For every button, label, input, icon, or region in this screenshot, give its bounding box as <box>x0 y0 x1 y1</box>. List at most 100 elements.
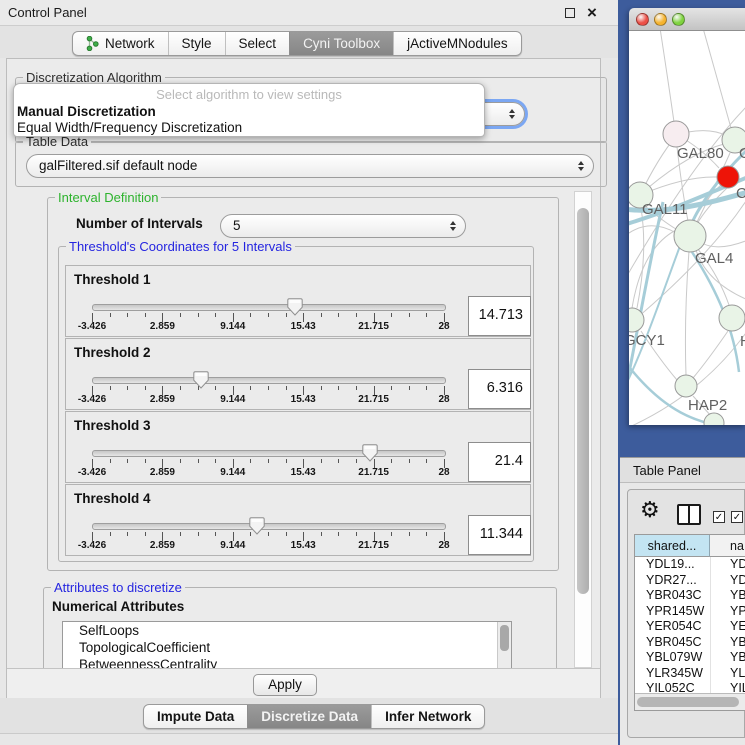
network-node[interactable] <box>663 121 689 147</box>
zoom-traffic-button[interactable] <box>672 13 685 26</box>
attribute-list-item[interactable]: SelfLoops <box>63 622 511 639</box>
slider-thumb[interactable] <box>362 444 378 462</box>
table-row[interactable]: YDL19...YDL1 <box>635 557 745 573</box>
minimize-traffic-button[interactable] <box>654 13 667 26</box>
slider-tick <box>215 386 216 390</box>
network-edge-highlighted[interactable] <box>629 202 663 378</box>
table-data-combobox[interactable]: galFiltered.sif default node <box>26 154 594 178</box>
tab-network[interactable]: Network <box>73 32 168 55</box>
slider-tick-label: 28 <box>438 321 449 332</box>
table-hscrollbar-thumb[interactable] <box>637 697 739 707</box>
slider-track[interactable] <box>92 377 446 384</box>
attributes-group: Attributes to discretize Numerical Attri… <box>43 587 557 679</box>
threshold-value-field[interactable]: 6.316 <box>468 369 531 409</box>
bottom-tab-infer-network[interactable]: Infer Network <box>371 705 484 728</box>
network-node[interactable] <box>719 305 745 331</box>
gear-icon[interactable]: ⚙ <box>640 498 660 522</box>
threshold-slider[interactable]: -3.4262.8599.14415.4321.71528 <box>66 266 530 336</box>
table-rows: YDL19...YDL1YDR27...YDR2YBR043CYBR0YPR14… <box>635 557 745 697</box>
close-traffic-button[interactable] <box>636 13 649 26</box>
apply-button[interactable]: Apply <box>253 674 317 696</box>
bottom-tab-impute-data[interactable]: Impute Data <box>144 705 247 728</box>
list-scrollbar[interactable] <box>497 622 511 674</box>
threshold-slider[interactable]: -3.4262.8599.14415.4321.71528 <box>66 412 530 482</box>
attribute-list-item[interactable]: TopologicalCoefficient <box>63 639 511 656</box>
algorithm-option-manual[interactable]: Manual Discretization <box>17 104 481 120</box>
slider-thumb[interactable] <box>193 371 209 389</box>
slider-tick <box>145 386 146 390</box>
tab-cyni-toolbox[interactable]: Cyni Toolbox <box>289 32 393 55</box>
number-of-intervals-value: 5 <box>233 218 241 233</box>
network-edge[interactable] <box>702 240 745 247</box>
table-cell: YBL0 <box>710 650 745 666</box>
slider-tick <box>391 532 392 536</box>
tab-select[interactable]: Select <box>225 32 290 55</box>
numerical-attributes-label: Numerical Attributes <box>52 599 184 614</box>
network-canvas[interactable]: GAL80GACGAL11GAL4GCY1HHAP2 <box>629 31 745 425</box>
slider-tick-label: 21.715 <box>358 394 389 405</box>
checkbox-icon[interactable]: ✓ <box>713 511 725 523</box>
column-browser-icon[interactable] <box>677 504 701 525</box>
close-icon[interactable]: × <box>584 1 600 25</box>
table-header-row: shared... na <box>635 535 745 557</box>
table-row[interactable]: YPR145WYPR1 <box>635 604 745 620</box>
slider-thumb[interactable] <box>287 298 303 316</box>
threshold-slider[interactable]: -3.4262.8599.14415.4321.71528 <box>66 485 530 555</box>
slider-track[interactable] <box>92 523 446 530</box>
slider-track[interactable] <box>92 304 446 311</box>
table-cell: YDR27... <box>635 573 710 589</box>
slider-tick-label: -3.426 <box>78 394 106 405</box>
slider-tick <box>338 459 339 463</box>
column-header-shared-name[interactable]: shared... <box>635 535 710 557</box>
slider-tick <box>110 386 111 390</box>
table-cell: YBR0 <box>710 635 745 651</box>
slider-tick <box>356 532 357 536</box>
network-edge[interactable] <box>703 31 731 128</box>
network-node[interactable] <box>674 220 706 252</box>
slider-thumb[interactable] <box>249 517 265 535</box>
checkbox-icon[interactable]: ✓ <box>731 511 743 523</box>
float-window-icon[interactable] <box>565 8 575 18</box>
combo-stepper-icon <box>578 161 584 171</box>
table-cell: YLR345W <box>635 666 710 682</box>
tab-jactivemnodules[interactable]: jActiveMNodules <box>393 32 521 55</box>
network-edge[interactable] <box>693 331 728 378</box>
numerical-attributes-list[interactable]: SelfLoopsTopologicalCoefficientBetweenne… <box>62 621 512 675</box>
control-panel-window: Control Panel × NetworkStyleSelectCyni T… <box>0 0 618 745</box>
slider-tick-label: 9.144 <box>220 540 245 551</box>
settings-scrollbar[interactable] <box>574 191 592 668</box>
slider-tick <box>409 313 410 317</box>
slider-tick-label: 2.859 <box>150 540 175 551</box>
table-row[interactable]: YLR345WYLR3 <box>635 666 745 682</box>
threshold-value-field[interactable]: 14.713 <box>468 296 531 336</box>
tab-label: Impute Data <box>157 709 234 724</box>
threshold-panel-2: Threshold 2-3.4262.8599.14415.4321.71528… <box>65 338 531 410</box>
slider-track[interactable] <box>92 450 446 457</box>
table-row[interactable]: YER054CYER0 <box>635 619 745 635</box>
threshold-value-field[interactable]: 11.344 <box>468 515 531 555</box>
table-horizontal-scrollbar[interactable] <box>635 693 745 710</box>
column-header-name[interactable]: na <box>710 535 745 557</box>
table-row[interactable]: YDR27...YDR2 <box>635 573 745 589</box>
network-node[interactable] <box>675 375 697 397</box>
list-scrollbar-thumb[interactable] <box>500 625 509 651</box>
table-row[interactable]: YBR043CYBR0 <box>635 588 745 604</box>
threshold-slider[interactable]: -3.4262.8599.14415.4321.71528 <box>66 339 530 409</box>
threshold-value-field[interactable]: 21.4 <box>468 442 531 482</box>
slider-tick <box>215 532 216 536</box>
node-table[interactable]: shared... na YDL19...YDL1YDR27...YDR2YBR… <box>634 534 745 711</box>
network-node[interactable] <box>704 413 724 425</box>
number-of-intervals-combobox[interactable]: 5 <box>220 214 466 238</box>
network-window-titlebar <box>629 8 745 31</box>
table-cell: YBR0 <box>710 588 745 604</box>
table-row[interactable]: YBL079WYBL0 <box>635 650 745 666</box>
screenshot-root: Control Panel × NetworkStyleSelectCyni T… <box>0 0 745 745</box>
slider-tick <box>321 313 322 317</box>
bottom-tab-discretize-data[interactable]: Discretize Data <box>247 705 371 728</box>
tab-style[interactable]: Style <box>168 32 225 55</box>
algorithm-option-equal-width[interactable]: Equal Width/Frequency Discretization <box>17 120 481 136</box>
table-row[interactable]: YBR045CYBR0 <box>635 635 745 651</box>
network-edge[interactable] <box>660 31 674 122</box>
slider-tick <box>198 459 199 463</box>
settings-scrollbar-thumb[interactable] <box>577 208 589 594</box>
